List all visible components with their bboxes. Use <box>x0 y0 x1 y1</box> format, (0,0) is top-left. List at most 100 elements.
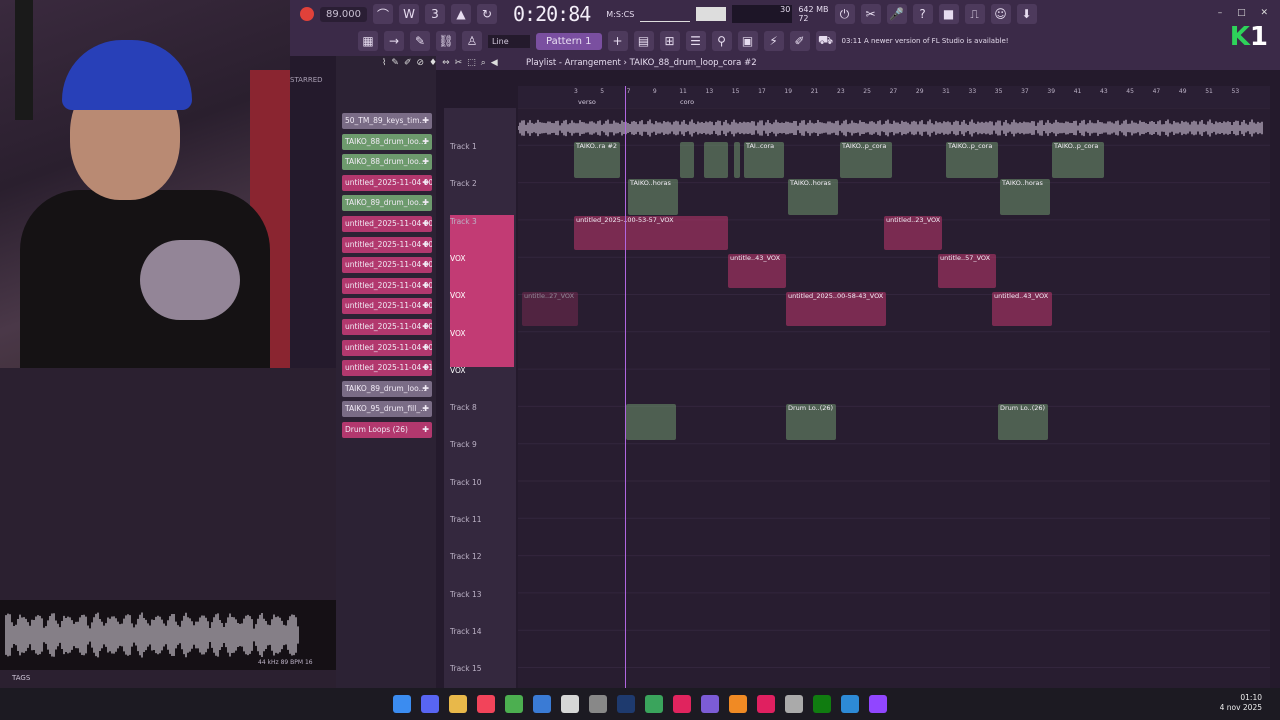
channel-button[interactable]: untitled_2025-11-04 00-... <box>342 319 432 335</box>
channel-button[interactable]: TAIKO_95_drum_fill_... <box>342 401 432 418</box>
track-label[interactable]: Track 12 <box>450 552 482 561</box>
clip-vox-5[interactable]: untitle..27_VOX <box>522 292 578 326</box>
chrome-icon[interactable] <box>505 695 523 713</box>
magnet-icon[interactable]: ⌇ <box>382 58 386 68</box>
clip-drum-1[interactable] <box>626 404 676 440</box>
download-icon[interactable]: ⬇ <box>1016 4 1037 24</box>
arrangement-grid[interactable]: TAIKO..ra #2 TAI..cora TAIKO..p_cora TAI… <box>518 108 1270 688</box>
timeline-ruler[interactable]: verso coro 3 5 7 9 11 13 15 17 19 21 23 25 27 29 31 33 35… <box>518 86 1270 108</box>
time-display[interactable]: 0:20:84 <box>513 2 591 26</box>
blend-icon[interactable]: ▲ <box>451 4 471 24</box>
clip-drum-2[interactable]: Drum Lo..(26) <box>786 404 836 440</box>
app4-icon[interactable] <box>841 695 859 713</box>
mic-icon[interactable]: 🎤 <box>886 4 907 24</box>
track-label[interactable]: Track 10 <box>450 478 482 487</box>
tempo-display[interactable]: 89.000 <box>320 6 367 22</box>
metronome-icon[interactable]: ⌒ <box>373 4 393 24</box>
piano-icon[interactable]: ▦ <box>358 31 378 51</box>
clip-drum-3[interactable]: Drum Lo..(26) <box>998 404 1048 440</box>
track-label[interactable]: Track 1 <box>450 142 477 151</box>
slice-icon[interactable]: ✂ <box>455 58 463 68</box>
loop-record-icon[interactable]: ↻ <box>477 4 497 24</box>
draw-icon[interactable]: ✎ <box>410 31 430 51</box>
plugin-icon[interactable]: ⚲ <box>711 31 732 51</box>
channel-button[interactable]: untitled_2025-11-04 00-... <box>342 298 432 315</box>
app-icon[interactable] <box>561 695 579 713</box>
wait-icon[interactable]: W <box>399 4 419 24</box>
channel-button[interactable]: untitled_2025-11-04 00-... <box>342 257 432 274</box>
obs-icon[interactable] <box>785 695 803 713</box>
channel-button[interactable]: untitled_2025-11-04 00-... <box>342 174 432 191</box>
clip-taiko-horas-1[interactable]: TAIKO..horas <box>628 179 678 215</box>
channel-button[interactable]: untitled_2025-11-04 00-... <box>342 216 432 232</box>
marker-label[interactable]: coro <box>680 98 694 106</box>
track-label[interactable]: VOX <box>450 291 466 300</box>
channel-button[interactable]: 50_TM_89_keys_tim... <box>342 113 432 129</box>
channel-rack-icon[interactable]: ⊞ <box>659 31 680 51</box>
channel-button[interactable]: untitled_2025-11-04 00-... <box>342 277 432 294</box>
clip-taiko-horas-2[interactable]: TAIKO..horas <box>788 179 838 215</box>
brush-icon[interactable]: ✐ <box>789 31 810 51</box>
track-label[interactable]: Track 14 <box>450 627 482 636</box>
channel-button[interactable]: Drum Loops (26) <box>342 422 432 438</box>
clip-taiko-1[interactable]: TAIKO..ra #2 <box>574 142 620 178</box>
speaker-icon[interactable]: ◀ <box>491 58 498 68</box>
update-notice[interactable]: 03:11 A newer version of FL Studio is av… <box>842 37 1009 46</box>
browser-icon[interactable]: ▣ <box>737 31 758 51</box>
marker-label[interactable]: verso <box>578 98 596 106</box>
stamp-icon[interactable]: ♙ <box>462 31 482 51</box>
settings-icon[interactable] <box>589 695 607 713</box>
track-label[interactable]: Track 13 <box>450 590 482 599</box>
clip-vox-1[interactable]: untitled_2025-..00-53-57_VOX <box>574 216 728 250</box>
track-label[interactable]: VOX <box>450 254 466 263</box>
fl-studio-icon[interactable] <box>729 695 747 713</box>
add-pattern-icon[interactable]: + <box>607 31 628 51</box>
clip-taiko-cora[interactable]: TAI..cora <box>744 142 784 178</box>
system-clock[interactable]: 01:10 4 nov 2025 <box>1220 693 1262 713</box>
plug-icon[interactable]: ⚡ <box>763 31 784 51</box>
chat-icon[interactable]: ☺ <box>990 4 1011 24</box>
save-icon[interactable]: ■ <box>938 4 959 24</box>
help-icon[interactable]: ? <box>912 4 933 24</box>
notepad-icon[interactable] <box>533 695 551 713</box>
track-label[interactable]: Track 11 <box>450 515 482 524</box>
channel-button[interactable]: untitled_2025-11-04 00-... <box>342 236 432 253</box>
track-label[interactable]: Track 9 <box>450 440 477 449</box>
link-icon[interactable]: ⛓ <box>436 31 456 51</box>
window-controls[interactable]: – □ ✕ <box>1218 8 1274 18</box>
cpu-icon[interactable]: ⏻ <box>834 4 855 24</box>
channel-button[interactable]: untitled_2025-11-04 01-... <box>342 360 432 377</box>
music-icon[interactable] <box>477 695 495 713</box>
clip-taiko-4[interactable] <box>734 142 740 178</box>
playlist-icon[interactable]: ▤ <box>633 31 654 51</box>
clip-taiko-3[interactable] <box>704 142 728 178</box>
snap-select[interactable]: Line <box>488 34 530 48</box>
channel-button[interactable]: TAIKO_89_drum_loo... <box>342 195 432 212</box>
track-label[interactable]: Track 2 <box>450 179 477 188</box>
windows-start-icon[interactable] <box>393 695 411 713</box>
song-name[interactable]: TAIKO_88_drum_loop_cora #2 <box>630 58 757 68</box>
zoom-icon[interactable]: ⌕ <box>481 58 486 68</box>
midi-icon[interactable]: ⎍ <box>964 4 985 24</box>
pattern-selector[interactable]: Pattern 1 <box>536 32 602 50</box>
tools-icon[interactable]: ✂ <box>860 4 881 24</box>
discord-icon[interactable] <box>421 695 439 713</box>
pinterest-icon[interactable] <box>673 695 691 713</box>
channel-button[interactable]: TAIKO_88_drum_loo... <box>342 154 432 171</box>
pencil-icon[interactable]: ✎ <box>391 58 399 68</box>
slip-icon[interactable]: ⇔ <box>442 58 450 68</box>
explorer-icon[interactable] <box>449 695 467 713</box>
mixer-icon[interactable]: ☰ <box>685 31 706 51</box>
track-label[interactable]: VOX <box>450 366 466 375</box>
clip-vox-7[interactable]: untitled..43_VOX <box>992 292 1052 326</box>
playhead[interactable] <box>625 86 626 688</box>
clip-vox-2[interactable]: untitled..23_VOX <box>884 216 942 250</box>
clip-vox-6[interactable]: untitled_2025..00-58-43_VOX <box>786 292 886 326</box>
photoshop-icon[interactable] <box>617 695 635 713</box>
brush-tool-icon[interactable]: ✐ <box>404 58 412 68</box>
clip-taiko-p-cora-1[interactable]: TAIKO..p_cora <box>840 142 892 178</box>
tiktok-icon[interactable] <box>757 695 775 713</box>
app3-icon[interactable] <box>701 695 719 713</box>
next-icon[interactable]: → <box>384 31 404 51</box>
track-label[interactable]: VOX <box>450 329 466 338</box>
